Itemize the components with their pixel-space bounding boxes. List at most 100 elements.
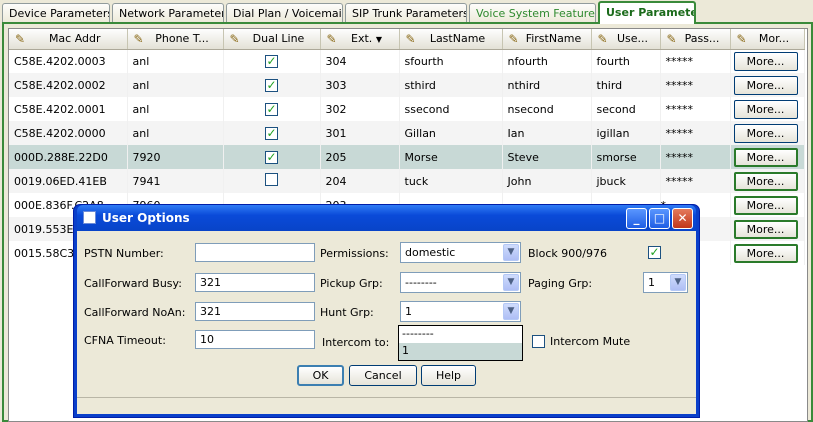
tab-voice-system-features[interactable]: Voice System Features xyxy=(469,3,596,23)
cell-dual-line: ✓ xyxy=(223,97,321,121)
col-header-ext[interactable]: ✎ Ext. ▼ xyxy=(320,29,400,50)
table-row[interactable]: C58E.4202.0003 anl ✓ 304 sfourth nfourth… xyxy=(9,49,805,73)
col-header-phone-type[interactable]: ✎ Phone T... xyxy=(127,29,224,50)
pencil-icon: ✎ xyxy=(405,31,416,46)
tab-dial-plan-voicemail[interactable]: Dial Plan / Voicemail xyxy=(226,3,343,23)
cell-mac: 000D.288E.22D0 xyxy=(9,145,128,169)
callforward-noan-label: CallForward NoAn: xyxy=(84,306,186,319)
close-icon[interactable]: ✕ xyxy=(672,208,693,229)
cfna-timeout-label: CFNA Timeout: xyxy=(84,334,166,347)
cell-more: More... xyxy=(730,217,805,241)
cell-mac: C58E.4202.0001 xyxy=(9,97,128,121)
more-button[interactable]: More... xyxy=(733,51,798,71)
more-button[interactable]: More... xyxy=(733,171,798,191)
col-header-more[interactable]: ✎ Mor... xyxy=(730,29,805,50)
cell-phone: anl xyxy=(127,121,224,145)
more-button[interactable]: More... xyxy=(733,243,798,263)
maximize-icon[interactable]: □ xyxy=(649,208,670,229)
cell-password: ***** xyxy=(660,121,731,145)
paging-group-select[interactable]: 1 ▼ xyxy=(643,272,688,293)
cfna-timeout-input[interactable]: 10 xyxy=(195,330,315,349)
tab-network-parameters[interactable]: Network Parameters xyxy=(112,3,224,23)
cell-lastname: Gillan xyxy=(399,121,503,145)
cell-dual-line: ✓ xyxy=(223,145,321,169)
col-header-dual-line[interactable]: ✎ Dual Line xyxy=(223,29,321,50)
cell-more: More... xyxy=(730,49,805,73)
cell-mac: C58E.4202.0002 xyxy=(9,73,128,97)
cell-phone: anl xyxy=(127,73,224,97)
cell-user: jbuck xyxy=(591,169,661,193)
pstn-number-input[interactable] xyxy=(195,243,315,262)
cell-password: ***** xyxy=(660,73,731,97)
more-button[interactable]: More... xyxy=(733,99,798,119)
table-row[interactable]: 0019.06ED.41EB 7941 204 tuck John jbuck … xyxy=(9,169,805,193)
dual-line-checkbox[interactable]: ✓ xyxy=(265,102,278,116)
pencil-icon: ✎ xyxy=(229,31,240,46)
col-header-firstname[interactable]: ✎ FirstName xyxy=(502,29,592,50)
col-header-lastname[interactable]: ✎ LastName xyxy=(399,29,503,50)
cell-firstname: Ian xyxy=(502,121,592,145)
more-button[interactable]: More... xyxy=(733,123,798,143)
pencil-icon: ✎ xyxy=(326,31,337,46)
pickup-group-label: Pickup Grp: xyxy=(320,277,383,290)
intercom-to-label: Intercom to: xyxy=(322,336,390,349)
col-header-password[interactable]: ✎ Pass... xyxy=(660,29,731,50)
dual-line-checkbox[interactable]: ✓ xyxy=(265,150,278,164)
dialog-titlebar[interactable]: User Options _ □ ✕ xyxy=(77,205,696,231)
cell-more: More... xyxy=(730,145,805,169)
intercom-mute-label: Intercom Mute xyxy=(550,335,631,348)
cell-phone: 7941 xyxy=(127,169,224,193)
table-row-selected[interactable]: 000D.288E.22D0 7920 ✓ 205 Morse Steve sm… xyxy=(9,145,805,169)
cell-ext: 302 xyxy=(320,97,400,121)
block-900-976-label: Block 900/976 xyxy=(528,247,607,260)
table-row[interactable]: C58E.4202.0001 anl ✓ 302 ssecond nsecond… xyxy=(9,97,805,121)
tab-user-parameters[interactable]: User Parameters xyxy=(598,1,696,24)
cell-mac: C58E.4202.0003 xyxy=(9,49,128,73)
cell-user: igillan xyxy=(591,121,661,145)
more-button[interactable]: More... xyxy=(733,195,798,215)
cell-user: smorse xyxy=(591,145,661,169)
cell-dual-line: ✓ xyxy=(223,121,321,145)
dual-line-checkbox[interactable]: ✓ xyxy=(265,54,278,68)
dual-line-checkbox[interactable]: ✓ xyxy=(265,126,278,140)
cell-firstname: nfourth xyxy=(502,49,592,73)
callforward-busy-input[interactable]: 321 xyxy=(195,273,315,292)
cell-firstname: nsecond xyxy=(502,97,592,121)
tab-device-parameters[interactable]: Device Parameters xyxy=(2,3,110,23)
paging-group-label: Paging Grp: xyxy=(528,277,593,290)
cell-dual-line: ✓ xyxy=(223,73,321,97)
tab-sip-trunk-parameters[interactable]: SIP Trunk Parameters xyxy=(345,3,467,23)
dual-line-checkbox[interactable] xyxy=(265,173,278,186)
chevron-down-icon: ▼ xyxy=(670,274,686,291)
table-row[interactable]: C58E.4202.0002 anl ✓ 303 sthird nthird t… xyxy=(9,73,805,97)
col-header-mac[interactable]: ✎ Mac Addr xyxy=(9,29,128,50)
pencil-icon: ✎ xyxy=(597,31,608,46)
more-button[interactable]: More... xyxy=(733,219,798,239)
chevron-down-icon: ▼ xyxy=(503,274,519,291)
block-900-976-checkbox[interactable]: ✓ xyxy=(648,246,661,259)
minimize-icon[interactable]: _ xyxy=(626,208,647,229)
table-row[interactable]: C58E.4202.0000 anl ✓ 301 Gillan Ian igil… xyxy=(9,121,805,145)
cell-ext: 304 xyxy=(320,49,400,73)
cancel-button[interactable]: Cancel xyxy=(349,365,417,386)
intercom-option-selected[interactable]: 1 xyxy=(399,343,522,360)
col-header-user[interactable]: ✎ Use... xyxy=(591,29,661,50)
cell-ext: 204 xyxy=(320,169,400,193)
cell-firstname: nthird xyxy=(502,73,592,97)
more-button[interactable]: More... xyxy=(733,75,798,95)
hunt-group-select[interactable]: 1 ▼ xyxy=(400,301,521,322)
ok-button[interactable]: OK xyxy=(297,365,344,386)
permissions-select[interactable]: domestic ▼ xyxy=(400,242,521,263)
tab-bar: Device Parameters Network Parameters Dia… xyxy=(0,0,813,24)
paging-group-value: 1 xyxy=(648,276,655,289)
window-icon xyxy=(83,211,96,224)
chevron-down-icon: ▼ xyxy=(503,244,519,261)
pickup-group-select[interactable]: -------- ▼ xyxy=(400,272,521,293)
more-button[interactable]: More... xyxy=(733,147,798,167)
callforward-noan-input[interactable]: 321 xyxy=(195,302,315,321)
intercom-option[interactable]: -------- xyxy=(399,326,522,343)
dual-line-checkbox[interactable]: ✓ xyxy=(265,78,278,92)
help-button[interactable]: Help xyxy=(421,365,476,386)
intercom-mute-checkbox[interactable] xyxy=(532,335,545,348)
cell-more: More... xyxy=(730,169,805,193)
